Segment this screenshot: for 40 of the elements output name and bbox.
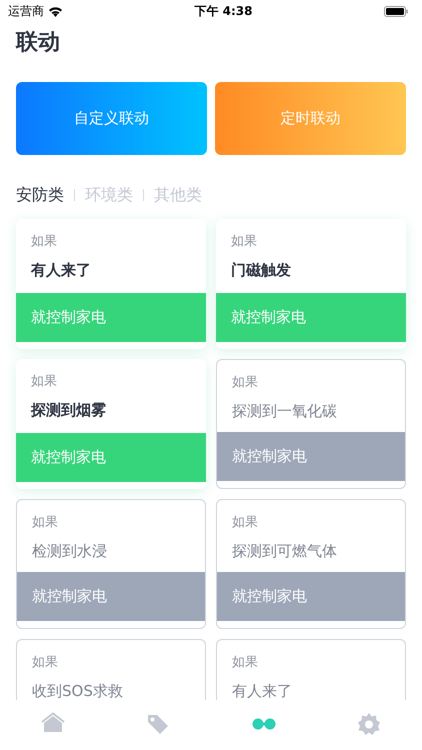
custom-linkage-button[interactable]: 自定义联动: [16, 82, 207, 155]
condition-prefix: 如果: [31, 233, 58, 251]
action-label: 就控制家电: [17, 572, 205, 621]
tag-icon[interactable]: [146, 712, 170, 736]
condition-prefix: 如果: [232, 514, 259, 532]
wifi-icon: [48, 6, 63, 16]
action-label: 就控制家电: [216, 293, 406, 342]
status-time: 下午 4:38: [194, 3, 253, 20]
condition-label: 探测到烟雾: [31, 400, 107, 421]
condition-prefix: 如果: [232, 654, 259, 672]
condition-prefix: 如果: [31, 373, 58, 391]
settings-icon[interactable]: [357, 712, 382, 736]
action-label: 就控制家电: [16, 293, 206, 342]
page-title: 联动: [16, 29, 61, 57]
condition-prefix: 如果: [32, 654, 59, 672]
condition-label: 有人来了: [232, 681, 293, 700]
rule-card[interactable]: 如果 门磁触发 就控制家电: [216, 219, 406, 349]
carrier-name: 运营商: [8, 3, 44, 20]
action-label: 就控制家电: [217, 432, 405, 481]
battery-icon: [384, 6, 408, 16]
condition-prefix: 如果: [32, 514, 59, 532]
condition-prefix: 如果: [232, 374, 259, 392]
rule-card[interactable]: 如果 探测到可燃气体 就控制家电: [216, 499, 406, 629]
rule-card[interactable]: 如果 有人来了: [216, 639, 406, 700]
timer-linkage-button[interactable]: 定时联动: [215, 82, 406, 155]
condition-label: 检测到水浸: [32, 541, 108, 562]
rule-card[interactable]: 如果 检测到水浸 就控制家电: [16, 499, 206, 629]
rule-card[interactable]: 如果 探测到一氧化碳 就控制家电: [216, 359, 406, 489]
rule-card[interactable]: 如果 探测到烟雾 就控制家电: [16, 359, 206, 489]
action-label: 就控制家电: [217, 572, 405, 621]
condition-prefix: 如果: [231, 233, 258, 251]
category-tab[interactable]: 安防类: [16, 183, 64, 207]
rule-card[interactable]: 如果 收到SOS求救: [16, 639, 206, 700]
condition-label: 有人来了: [31, 260, 92, 281]
rule-card[interactable]: 如果 有人来了 就控制家电: [16, 219, 206, 349]
condition-label: 收到SOS求救: [32, 681, 124, 700]
condition-label: 探测到可燃气体: [232, 541, 338, 562]
condition-label: 门磁触发: [231, 260, 292, 281]
condition-label: 探测到一氧化碳: [232, 401, 338, 422]
action-label: 就控制家电: [16, 433, 206, 482]
